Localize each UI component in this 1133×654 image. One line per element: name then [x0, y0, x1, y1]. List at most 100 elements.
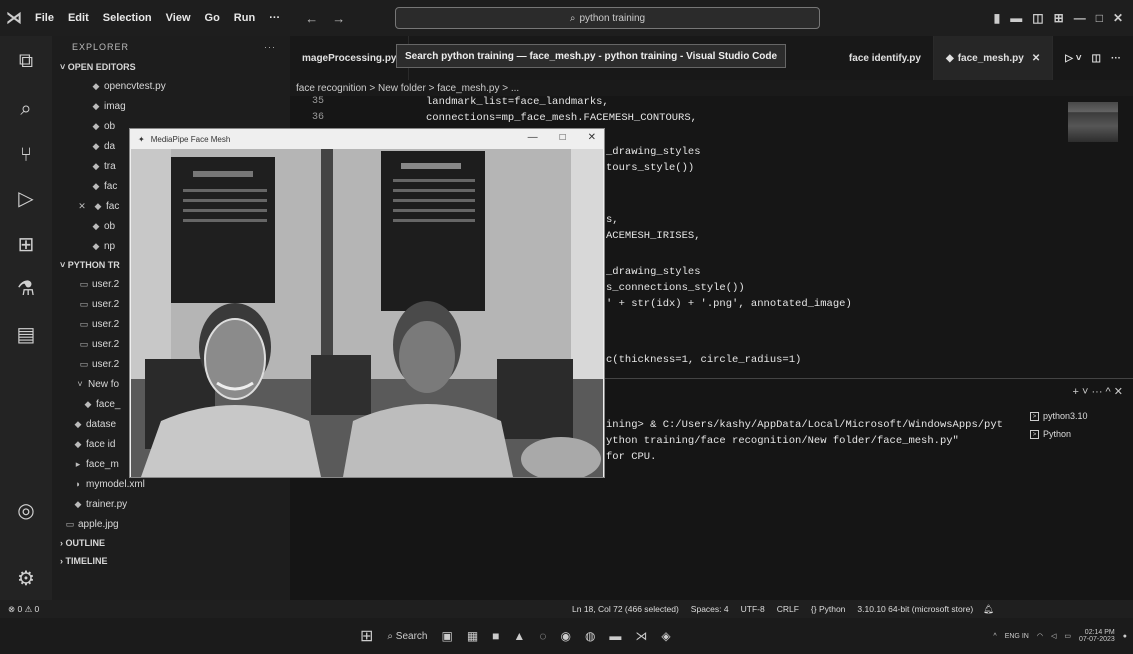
windows-taskbar: ⊞ ⌕ Search ▣ ▦ ■ ▲ ◌ ◉ ◍ ▬ ⋊ ◈ ^ ENG IN …	[0, 618, 1133, 654]
toggle-panel-icon[interactable]: ▬	[1010, 11, 1022, 25]
problems-indicator[interactable]: ⊗ 0 ⚠ 0	[0, 604, 80, 615]
maximize-icon[interactable]: □	[1096, 11, 1103, 25]
volume-icon[interactable]: ◁	[1051, 632, 1056, 640]
app-icon[interactable]: ▲	[513, 629, 525, 643]
python-file-icon: ◆	[92, 160, 100, 171]
tab-face-identify[interactable]: face identify.py	[837, 36, 934, 80]
outline-section[interactable]: › OUTLINE	[52, 534, 290, 552]
tree-item[interactable]: ◆ trainer.py	[52, 494, 290, 514]
file-explorer-icon[interactable]: ▦	[467, 629, 478, 643]
menu-file[interactable]: File	[28, 12, 61, 24]
customize-layout-icon[interactable]: ⊞	[1054, 11, 1064, 25]
file-name: da	[104, 140, 116, 152]
cursor-position[interactable]: Ln 18, Col 72 (466 selected)	[572, 604, 679, 614]
menu-edit[interactable]: Edit	[61, 12, 96, 24]
taskview-icon[interactable]: ▣	[441, 629, 452, 643]
vscode-screen: ⋊ File Edit Selection View Go Run ··· ← …	[0, 0, 1133, 654]
notebook-icon[interactable]: ▤	[0, 322, 52, 347]
tab-face-mesh[interactable]: ◆ face_mesh.py ✕	[933, 36, 1054, 80]
tab-imageprocessing[interactable]: mageProcessing.py	[290, 36, 410, 80]
menu-run[interactable]: Run	[227, 12, 262, 24]
vscode-taskbar-icon[interactable]: ⋊	[635, 629, 647, 643]
store-icon[interactable]: ■	[492, 629, 499, 643]
testing-flask-icon[interactable]: ⚗	[0, 276, 52, 301]
run-python-icon[interactable]: ▷ ˅	[1065, 53, 1081, 64]
tab-label: mageProcessing.py	[302, 52, 397, 64]
encoding[interactable]: UTF-8	[741, 604, 765, 614]
settings-gear-icon[interactable]: ⚙	[0, 566, 52, 591]
app-icon[interactable]: ◍	[585, 629, 595, 643]
minimize-icon[interactable]: —	[528, 132, 538, 143]
terminal-line: ython training/face recognition/New fold…	[606, 435, 959, 447]
mediapipe-title: MediaPipe Face Mesh	[150, 134, 231, 144]
file-name: user.2	[92, 298, 120, 310]
menu-view[interactable]: View	[159, 12, 198, 24]
notification-center-icon[interactable]: ●	[1123, 633, 1127, 640]
close-editor-icon[interactable]: ✕	[74, 201, 90, 212]
menu-go[interactable]: Go	[198, 12, 227, 24]
open-editor-item[interactable]: ◆ opencvtest.py	[52, 76, 290, 96]
python-file-icon: ◆	[945, 52, 954, 64]
code-line: ' + str(idx) + '.png', annotated_image)	[606, 298, 852, 310]
timeline-section[interactable]: › TIMELINE	[52, 552, 290, 570]
minimize-icon[interactable]: —	[1074, 11, 1086, 25]
panel-toolbar[interactable]: + ˅ ··· ^ ✕	[1073, 385, 1123, 398]
search-view-icon[interactable]: ⌕	[0, 98, 52, 121]
clock[interactable]: 02:14 PM 07-07-2023	[1079, 629, 1115, 643]
run-debug-icon[interactable]: ▷	[0, 186, 52, 211]
toggle-sidebar-icon[interactable]: ▮	[994, 11, 1001, 25]
back-arrow-icon[interactable]: ←	[305, 11, 318, 26]
tray-overflow-icon[interactable]: ^	[993, 633, 996, 640]
extensions-icon[interactable]: ⊞	[0, 232, 52, 257]
breadcrumb[interactable]: face recognition > New folder > face_mes…	[290, 80, 1133, 96]
menu-selection[interactable]: Selection	[96, 12, 159, 24]
line-ending[interactable]: CRLF	[777, 604, 799, 614]
indentation[interactable]: Spaces: 4	[691, 604, 729, 614]
app-icon: ✦	[138, 134, 145, 144]
minimap[interactable]	[1068, 102, 1118, 142]
menu-more[interactable]: ···	[262, 12, 287, 24]
battery-icon[interactable]: ▭	[1064, 632, 1071, 640]
app-icon[interactable]: ▬	[609, 629, 621, 643]
terminal-instance[interactable]: > python3.10	[1030, 407, 1133, 425]
maximize-icon[interactable]: □	[560, 132, 566, 143]
title-bar: ⋊ File Edit Selection View Go Run ··· ← …	[0, 0, 1133, 36]
open-editor-item[interactable]: ◆ imag	[52, 96, 290, 116]
python-file-icon: ◆	[74, 498, 82, 509]
terminal-instance[interactable]: > Python	[1030, 425, 1133, 443]
windows-start-icon[interactable]: ⊞	[360, 626, 373, 646]
command-center-search[interactable]: ⌕ python training	[395, 7, 820, 29]
webcam-scene	[131, 149, 603, 477]
code-line: landmark_list=face_landmarks,	[426, 96, 609, 108]
notifications-icon[interactable]: 🔔︎	[983, 604, 994, 615]
mediapipe-titlebar[interactable]: ✦ MediaPipe Face Mesh — □ ✕	[130, 129, 604, 149]
more-editor-actions-icon[interactable]: ···	[1111, 53, 1121, 64]
account-icon[interactable]: ◎	[0, 498, 52, 523]
python-interpreter[interactable]: 3.10.10 64-bit (microsoft store)	[857, 604, 973, 614]
toggle-secondary-sidebar-icon[interactable]: ◫	[1032, 11, 1043, 25]
more-actions-icon[interactable]: ···	[264, 42, 276, 52]
split-editor-icon[interactable]: ◫	[1092, 53, 1101, 64]
close-tab-icon[interactable]: ✕	[1032, 53, 1040, 64]
tree-item[interactable]: ▭ apple.jpg	[52, 514, 290, 534]
open-editors-section[interactable]: ˅ OPEN EDITORS	[52, 58, 290, 76]
chrome-icon[interactable]: ◉	[560, 629, 570, 643]
source-control-icon[interactable]: ⑂	[0, 144, 52, 167]
vscode-logo-icon: ⋊	[6, 10, 22, 27]
system-tray: ^ ENG IN ◠ ◁ ▭ 02:14 PM 07-07-2023 ●	[993, 618, 1127, 654]
terminal-name: Python	[1043, 429, 1072, 439]
language-indicator[interactable]: ENG IN	[1005, 633, 1029, 640]
file-name: imag	[104, 100, 126, 112]
file-name: face id	[86, 438, 116, 450]
file-name: ob	[104, 220, 116, 232]
explorer-icon[interactable]: ⧉	[0, 50, 52, 73]
taskbar-search[interactable]: ⌕ Search	[387, 631, 427, 642]
app-icon[interactable]: ◌	[539, 629, 546, 643]
mediapipe-window[interactable]: ✦ MediaPipe Face Mesh — □ ✕	[129, 128, 605, 478]
close-window-icon[interactable]: ✕	[1113, 11, 1123, 25]
close-window-icon[interactable]: ✕	[588, 132, 596, 143]
language-mode[interactable]: {} Python	[811, 604, 846, 614]
forward-arrow-icon[interactable]: →	[332, 11, 345, 26]
python-taskbar-icon[interactable]: ◈	[661, 629, 670, 643]
wifi-icon[interactable]: ◠	[1037, 632, 1043, 640]
